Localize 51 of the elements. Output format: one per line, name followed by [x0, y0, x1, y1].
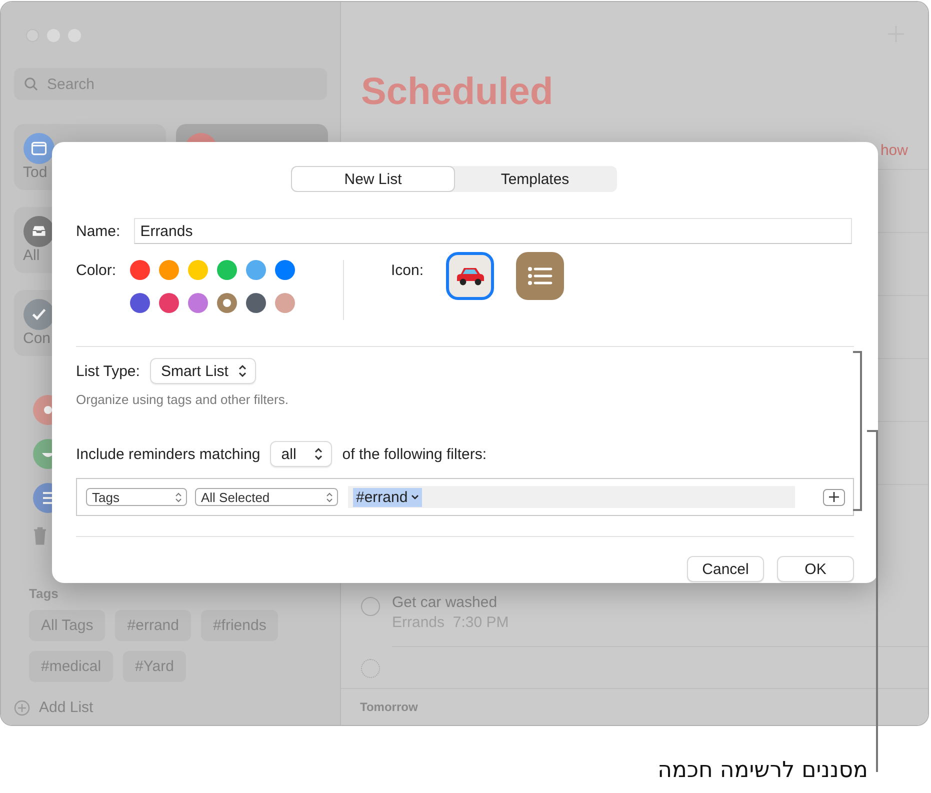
cancel-button[interactable]: Cancel — [687, 556, 764, 582]
color-swatch[interactable] — [159, 260, 180, 280]
color-swatch[interactable] — [275, 260, 296, 280]
color-swatch[interactable] — [246, 293, 266, 313]
tab[interactable]: New List — [292, 167, 454, 191]
filter-field-popup[interactable]: Tags — [86, 488, 187, 506]
list-type-popup[interactable]: Smart List — [150, 358, 256, 384]
color-swatch[interactable] — [130, 293, 150, 313]
checkbox[interactable] — [361, 659, 380, 678]
tile-label: All — [23, 247, 40, 264]
color-swatch[interactable] — [217, 293, 238, 313]
tag-token[interactable]: #errand — [353, 488, 422, 506]
color-swatch[interactable] — [159, 293, 180, 313]
tab[interactable]: Templates — [454, 167, 616, 191]
add-filter-button[interactable] — [823, 488, 845, 506]
match-popup[interactable]: all — [270, 441, 332, 467]
plus-icon — [828, 491, 840, 503]
ok-button[interactable]: OK — [777, 556, 854, 582]
search-icon — [24, 77, 38, 91]
chevron-icon — [175, 492, 182, 502]
match-label: Include reminders matching — [76, 446, 260, 462]
color-swatch[interactable] — [188, 293, 208, 313]
field-label: Icon: — [391, 262, 424, 279]
tag-token-field[interactable]: #errand — [348, 486, 795, 508]
color-swatch[interactable] — [246, 260, 266, 280]
chevron-icon — [238, 364, 248, 378]
name-field[interactable]: Errands — [134, 218, 852, 244]
match-label: of the following filters: — [342, 446, 487, 462]
color-swatch[interactable] — [217, 260, 238, 280]
hint-text: Organize using tags and other filters. — [76, 392, 290, 407]
add-icon — [14, 700, 30, 716]
field-label: Name: — [76, 222, 120, 240]
color-swatch[interactable] — [188, 260, 208, 280]
filter-operator-popup[interactable]: All Selected — [195, 488, 338, 506]
section-heading: Tomorrow — [360, 700, 418, 714]
field-label: List Type: — [76, 362, 140, 380]
reminder-title: Get car washed — [392, 594, 498, 611]
trash-icon[interactable] — [33, 527, 47, 545]
callout-caption: מסננים לרשימה חכמה — [658, 758, 868, 783]
tile-label: Con — [23, 330, 51, 347]
field-label: Color: — [76, 262, 116, 279]
color-swatch[interactable] — [275, 293, 296, 313]
chevron-icon — [314, 447, 324, 461]
car-icon[interactable] — [446, 252, 494, 300]
tile-label: Tod — [23, 164, 48, 181]
chevron-icon — [326, 492, 333, 502]
caret-icon — [410, 494, 419, 500]
page-title: Scheduled — [361, 73, 554, 111]
list-icon[interactable] — [516, 252, 564, 300]
color-swatch[interactable] — [130, 260, 150, 280]
checkbox[interactable] — [361, 597, 380, 616]
